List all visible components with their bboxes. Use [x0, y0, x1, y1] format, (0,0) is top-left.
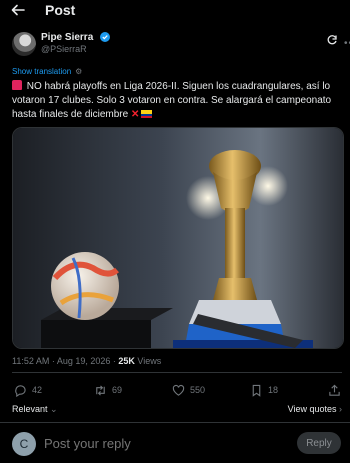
user-avatar[interactable]: C [12, 432, 36, 456]
bookmark-button[interactable]: 18 [250, 383, 278, 397]
sort-dropdown[interactable]: Relevant ⌄ [12, 404, 58, 415]
gear-icon[interactable]: ⚙ [75, 67, 82, 76]
views-label: Views [134, 356, 162, 366]
reply-input[interactable] [42, 435, 286, 452]
top-bar: Post [0, 0, 350, 22]
more-icon[interactable]: ••• [344, 38, 350, 49]
share-button[interactable] [328, 383, 341, 397]
avatar[interactable] [12, 32, 36, 56]
share-icon [329, 384, 340, 396]
tweet-image[interactable] [12, 127, 344, 349]
like-count: 550 [190, 385, 206, 395]
author-handle[interactable]: @PSierraR [41, 44, 87, 54]
grok-icon[interactable] [326, 34, 338, 46]
reply-button[interactable]: 42 [14, 383, 42, 397]
heart-icon [172, 384, 185, 396]
trophy-photo [13, 128, 343, 348]
like-button[interactable]: 550 [172, 383, 205, 397]
bookmark-count: 18 [268, 385, 279, 395]
post-timestamp[interactable]: 11:52 AM · Aug 19, 2026 · [12, 356, 118, 366]
views-count: 25K [118, 356, 135, 366]
page-title: Post [45, 2, 76, 18]
reply-submit-button[interactable]: Reply [297, 432, 341, 454]
tweet-body: NO habrá playoffs en Liga 2026-II. Sigue… [12, 81, 332, 120]
bookmark-icon [252, 384, 261, 397]
chevron-right-icon: › [336, 404, 342, 414]
post-meta: 11:52 AM · Aug 19, 2026 · 25K Views [12, 356, 161, 366]
reply-count: 42 [32, 385, 43, 395]
siren-icon [12, 80, 22, 90]
repost-count: 69 [112, 385, 123, 395]
author-block: Pipe Sierra @PSierraR ••• [12, 32, 350, 62]
reply-icon [15, 384, 26, 397]
colombia-flag-icon [141, 110, 153, 118]
translation-label: Show translation [12, 67, 72, 76]
divider [0, 422, 350, 423]
divider [12, 372, 342, 373]
arrow-left-icon[interactable] [10, 2, 26, 18]
author-name[interactable]: Pipe Sierra [41, 32, 93, 43]
verified-badge-icon [100, 32, 110, 42]
sort-label: Relevant [12, 404, 48, 414]
show-translation-link[interactable]: Show translation ⚙ [12, 67, 82, 79]
chevron-down-icon: ⌄ [47, 404, 58, 414]
cross-mark-icon: ✕ [130, 109, 140, 120]
repost-button[interactable]: 69 [94, 383, 122, 397]
action-bar: 42 69 550 18 [12, 383, 342, 399]
repost-icon [96, 384, 105, 396]
tweet-text: NO habrá playoffs en Liga 2026-II. Sigue… [12, 80, 338, 122]
view-quotes-label: View quotes [287, 404, 337, 414]
view-quotes-link[interactable]: View quotes › [288, 404, 342, 414]
